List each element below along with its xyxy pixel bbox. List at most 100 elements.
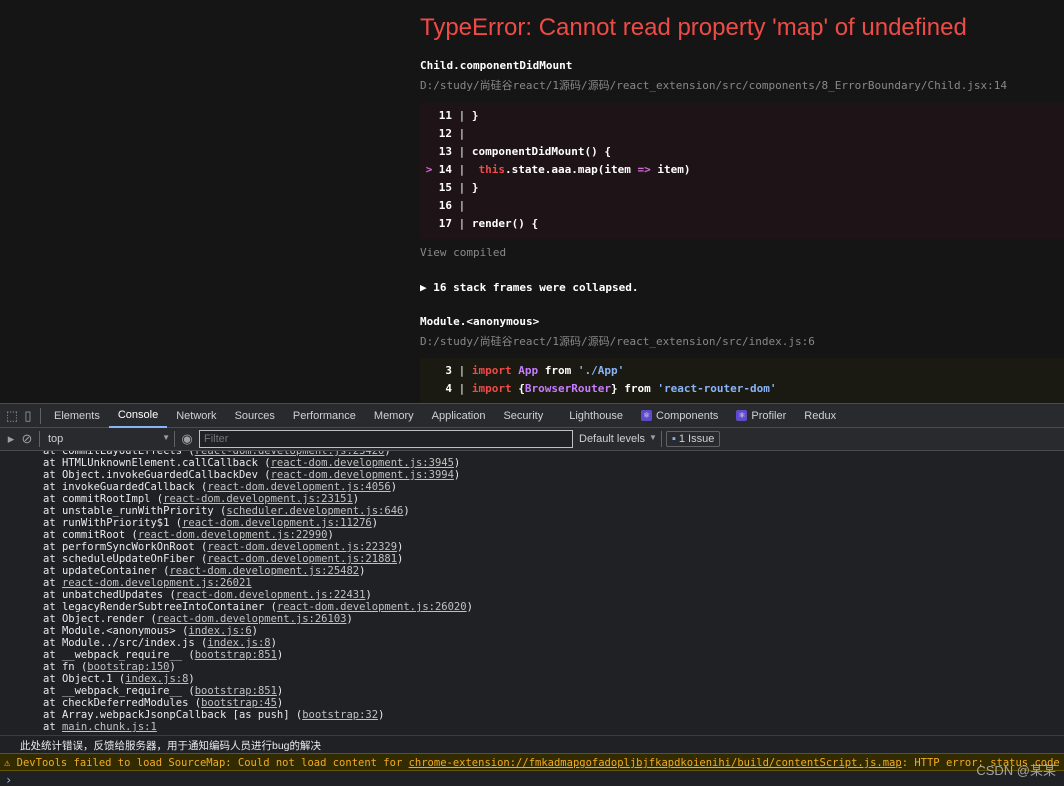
- line-number: 14: [438, 163, 452, 176]
- stack-location-link[interactable]: main.chunk.js:1: [62, 721, 157, 733]
- stack-frame: at Object.invokeGuardedCallbackDev (reac…: [43, 469, 461, 481]
- stack-frame: at commitRoot (react-dom.development.js:…: [43, 529, 334, 541]
- code-line: 13 | componentDidMount() {: [420, 143, 1064, 161]
- console-log-message: 此处统计错误，反馈给服务器，用于通知编码人员进行bug的解决: [20, 740, 322, 752]
- issue-icon: ▪: [671, 433, 676, 445]
- chevron-down-icon: ▼: [649, 433, 657, 442]
- tab-label: Redux: [804, 409, 837, 422]
- line-gutter: |: [452, 217, 472, 230]
- stack-function: unstable_runWithPriority: [61, 505, 214, 517]
- stack-location-link[interactable]: react-dom.development.js:26020: [277, 601, 467, 613]
- filter-input[interactable]: [199, 430, 573, 448]
- context-select[interactable]: top ▼: [44, 433, 170, 445]
- line-number: 15: [438, 181, 452, 194]
- line-number: 12: [438, 127, 452, 140]
- stack-frame: at __webpack_require__ (bootstrap:851): [43, 685, 284, 697]
- console-toolbar: ▸ ⊘ top▼ ◉ Default levels▼ ▪1 Issue: [0, 428, 1064, 451]
- log-levels-label: Default levels: [579, 433, 646, 445]
- code-token: =>: [637, 163, 651, 176]
- line-gutter: |: [452, 109, 472, 122]
- tab-elements[interactable]: Elements: [45, 404, 109, 428]
- stack-location-link[interactable]: react-dom.development.js:26103: [157, 613, 347, 625]
- stack-location-link[interactable]: react-dom.development.js:21881: [207, 553, 397, 565]
- tab-console[interactable]: Console: [108, 404, 168, 428]
- tab-memory[interactable]: Memory: [365, 404, 423, 428]
- stack-function: __webpack_require__: [61, 649, 183, 661]
- stack-location-link[interactable]: bootstrap:851: [195, 685, 277, 697]
- sidebar-toggle-icon[interactable]: ▸: [3, 431, 19, 447]
- stack-location-link[interactable]: index.js:8: [207, 637, 270, 649]
- stack-location-link[interactable]: scheduler.development.js:646: [226, 505, 403, 517]
- tab-security[interactable]: Security: [494, 404, 552, 428]
- line-number: 13: [438, 145, 452, 158]
- stack-location-link[interactable]: react-dom.development.js:23151: [163, 493, 353, 505]
- tab-components[interactable]: ⚛ Components: [632, 404, 727, 428]
- sourcemap-link[interactable]: chrome-extension://fmkadmapgofadopljbjfk…: [409, 757, 902, 769]
- stack-location-link[interactable]: react-dom.development.js:22431: [176, 589, 366, 601]
- stack-location-link[interactable]: react-dom.development.js:25482: [169, 565, 359, 577]
- chevron-down-icon: ▼: [162, 433, 170, 442]
- stack-location-link[interactable]: react-dom.development.js:3945: [271, 457, 454, 469]
- line-gutter: |: [452, 382, 472, 395]
- code-line: >14 | this.state.aaa.map(item => item): [420, 161, 1064, 179]
- frame-path: D:/study/尚硅谷react/1源码/源码/react_extension…: [420, 335, 815, 348]
- react-icon: ⚛: [736, 410, 748, 421]
- stack-function: HTMLUnknownElement.callCallback: [61, 457, 258, 469]
- console-prompt[interactable]: ›: [5, 773, 12, 786]
- stack-location-link[interactable]: react-dom.development.js:22329: [207, 541, 397, 553]
- code-snippet: 3 | import App from './App' 4 | import {B…: [420, 358, 1064, 403]
- tab-label: Application: [431, 409, 486, 422]
- tab-network[interactable]: Network: [167, 404, 225, 428]
- code-token: import: [471, 364, 512, 377]
- stack-location-link[interactable]: react-dom.development.js:22990: [138, 529, 328, 541]
- code-token: }: [471, 109, 479, 122]
- stack-location-link[interactable]: react-dom.development.js:26021: [62, 577, 252, 589]
- devtools-tab-bar: ⬚ ▯ Elements Console Network Sources Perform…: [0, 403, 1064, 428]
- tab-sources[interactable]: Sources: [226, 404, 284, 428]
- stack-location-link[interactable]: react-dom.development.js:11276: [182, 517, 372, 529]
- tab-lighthouse[interactable]: Lighthouse: [560, 404, 632, 428]
- stack-frame: at Array.webpackJsonpCallback [as push] …: [43, 709, 385, 721]
- code-line: 3 | import App from './App': [420, 362, 1064, 380]
- stack-location-link[interactable]: bootstrap:45: [201, 697, 277, 709]
- code-line: 17 | render() {: [420, 215, 1064, 233]
- code-token: import: [471, 382, 512, 395]
- log-levels-select[interactable]: Default levels ▼: [579, 433, 657, 445]
- stack-location-link[interactable]: index.js:8: [125, 673, 188, 685]
- stack-location-link[interactable]: bootstrap:32: [302, 709, 378, 721]
- divider: [40, 407, 41, 424]
- stack-location-link[interactable]: index.js:6: [188, 625, 251, 637]
- device-toolbar-icon[interactable]: ▯: [20, 408, 36, 424]
- pointer-icon: >: [425, 163, 433, 176]
- eye-icon[interactable]: ◉: [179, 431, 195, 447]
- stack-frame: at runWithPriority$1 (react-dom.developm…: [43, 517, 379, 529]
- code-snippet: 11 | } 12 | 13 | componentDidMount() {>14…: [420, 103, 1064, 239]
- stack-frame: at unstable_runWithPriority (scheduler.d…: [43, 505, 410, 517]
- stack-function: scheduleUpdateOnFiber: [61, 553, 195, 565]
- stack-function: checkDeferredModules: [61, 697, 189, 709]
- issues-label: 1 Issue: [678, 433, 715, 445]
- issues-button[interactable]: ▪ 1 Issue: [665, 431, 721, 447]
- tab-application[interactable]: Application: [423, 404, 495, 428]
- stack-function: Object.render: [61, 613, 145, 625]
- tab-redux[interactable]: Redux: [795, 404, 845, 428]
- stack-location-link[interactable]: react-dom.development.js:3994: [271, 469, 454, 481]
- clear-console-icon[interactable]: ⊘: [19, 431, 35, 447]
- tab-profiler[interactable]: ⚛ Profiler: [727, 404, 795, 428]
- stack-frame: at performSyncWorkOnRoot (react-dom.deve…: [43, 541, 404, 553]
- stack-function: performSyncWorkOnRoot: [61, 541, 195, 553]
- line-number: 17: [438, 217, 452, 230]
- stack-function: Array.webpackJsonpCallback [as push]: [61, 709, 290, 721]
- stack-location-link[interactable]: bootstrap:150: [87, 661, 169, 673]
- stack-frame: at __webpack_require__ (bootstrap:851): [43, 649, 284, 661]
- collapsed-frames-toggle[interactable]: ▶ 16 stack frames were collapsed.: [420, 281, 639, 294]
- inspect-element-icon[interactable]: ⬚: [4, 408, 20, 424]
- line-gutter: |: [452, 145, 472, 158]
- tab-performance[interactable]: Performance: [284, 404, 365, 428]
- view-compiled-link[interactable]: View compiled: [420, 246, 506, 259]
- stack-frame: at updateContainer (react-dom.developmen…: [43, 565, 366, 577]
- code-token: {: [511, 382, 525, 395]
- stack-location-link[interactable]: bootstrap:851: [195, 649, 277, 661]
- stack-location-link[interactable]: react-dom.development.js:4056: [207, 481, 390, 493]
- stack-function: legacyRenderSubtreeIntoContainer: [61, 601, 265, 613]
